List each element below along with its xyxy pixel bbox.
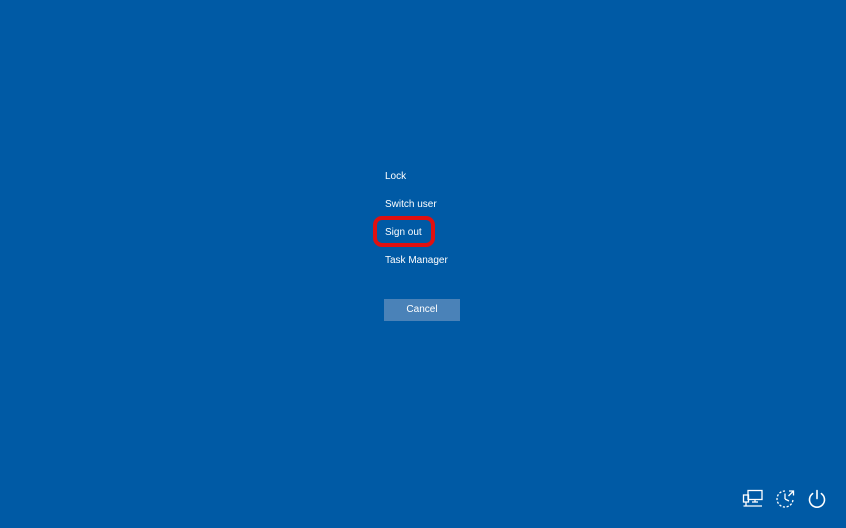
ease-of-access-icon[interactable] [774,488,796,510]
system-tray [742,488,828,510]
security-options-menu: Lock Switch user Sign out Task Manager [385,168,525,280]
sign-out-option[interactable]: Sign out [385,224,525,252]
lock-option[interactable]: Lock [385,168,525,196]
switch-user-option[interactable]: Switch user [385,196,525,224]
network-icon[interactable] [742,488,764,510]
task-manager-option[interactable]: Task Manager [385,252,525,280]
cancel-button[interactable]: Cancel [384,299,460,321]
power-icon[interactable] [806,488,828,510]
